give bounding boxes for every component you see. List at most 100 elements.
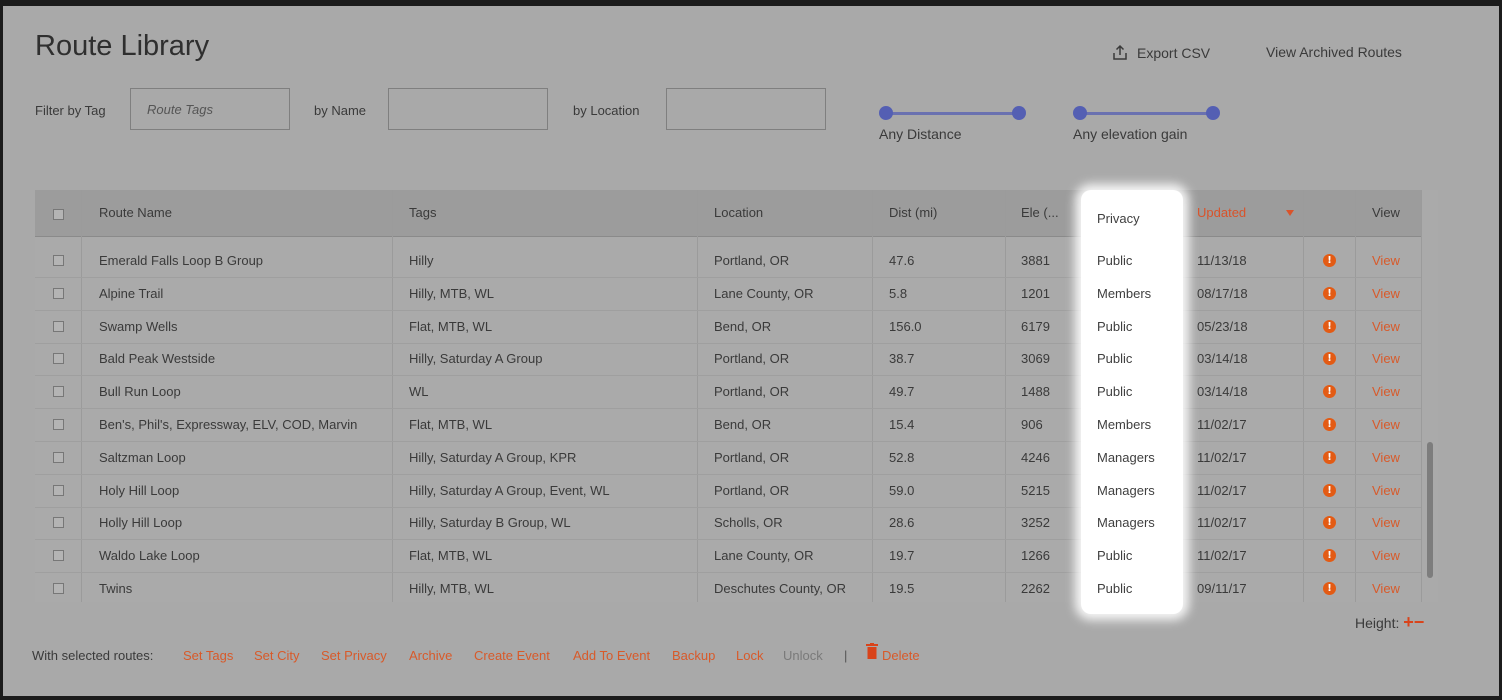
info-icon[interactable]: ! — [1323, 582, 1336, 595]
by-name-label: by Name — [314, 103, 367, 118]
table-row[interactable]: Holy Hill Loop Hilly, Saturday A Group, E… — [35, 474, 1421, 508]
set-city-action[interactable]: Set City — [254, 648, 300, 663]
backup-action[interactable]: Backup — [672, 648, 715, 663]
row-checkbox[interactable] — [53, 550, 64, 562]
add-to-event-action[interactable]: Add To Event — [573, 648, 650, 663]
row-checkbox[interactable] — [53, 517, 64, 529]
table-row[interactable]: Bald Peak Westside Hilly, Saturday A Grou… — [35, 342, 1421, 377]
elevation-range-slider[interactable] — [1073, 104, 1220, 124]
height-decrease-button[interactable]: − — [1414, 612, 1425, 632]
view-route-link[interactable]: View — [1372, 548, 1400, 563]
row-checkbox[interactable] — [53, 255, 64, 266]
table-row[interactable]: Bull Run Loop WL Portland, OR 49.7 1488 03/14… — [35, 375, 1421, 410]
export-csv-button[interactable]: Export CSV — [1111, 44, 1210, 62]
cell-updated: 05/23/18 — [1197, 318, 1248, 334]
cell-location: Portland, OR — [714, 449, 790, 465]
delete-action[interactable]: Delete — [882, 648, 920, 663]
row-checkbox[interactable] — [53, 419, 64, 430]
set-tags-action[interactable]: Set Tags — [183, 648, 233, 663]
col-location[interactable]: Location — [714, 205, 763, 220]
info-icon[interactable]: ! — [1323, 418, 1336, 431]
create-event-action[interactable]: Create Event — [474, 648, 550, 663]
col-tags[interactable]: Tags — [409, 205, 436, 220]
info-icon[interactable]: ! — [1323, 286, 1336, 300]
info-icon[interactable]: ! — [1323, 319, 1336, 333]
cell-tags: Hilly, Saturday A Group, Event, WL — [409, 482, 610, 498]
elevation-max-handle[interactable] — [1206, 106, 1220, 120]
table-row[interactable]: Waldo Lake Loop Flat, MTB, WL Lane County,… — [35, 539, 1421, 574]
table-row[interactable]: Ben's, Phil's, Expressway, ELV, COD, Mar… — [35, 408, 1421, 442]
view-route-link[interactable]: View — [1372, 253, 1400, 268]
distance-range-slider[interactable] — [879, 104, 1026, 124]
view-route-link[interactable]: View — [1372, 384, 1400, 399]
distance-min-handle[interactable] — [879, 106, 893, 120]
cell-tags: Hilly, Saturday A Group — [409, 351, 543, 367]
cell-updated: 09/11/17 — [1197, 581, 1247, 596]
view-route-link[interactable]: View — [1372, 515, 1400, 530]
view-route-link[interactable]: View — [1372, 483, 1400, 498]
row-checkbox[interactable] — [53, 320, 64, 332]
view-route-link[interactable]: View — [1372, 417, 1400, 432]
location-filter-input[interactable] — [666, 88, 826, 130]
cell-updated: 11/02/17 — [1197, 482, 1247, 498]
cell-privacy: Members — [1097, 417, 1152, 432]
info-icon[interactable]: ! — [1323, 385, 1336, 399]
cell-location: Portland, OR — [714, 351, 790, 367]
col-ele[interactable]: Ele (... — [1021, 205, 1059, 220]
cell-ele: 3069 — [1021, 351, 1050, 367]
select-all-checkbox[interactable] — [53, 209, 64, 220]
row-checkbox[interactable] — [53, 484, 64, 496]
privacy-column-highlight: Privacy Public Members Public Public Public M… — [1081, 190, 1183, 614]
set-privacy-action[interactable]: Set Privacy — [321, 648, 387, 663]
row-checkbox[interactable] — [53, 583, 64, 594]
height-increase-button[interactable]: + — [1403, 612, 1414, 632]
row-checkbox[interactable] — [53, 386, 64, 398]
table-row[interactable]: Swamp Wells Flat, MTB, WL Bend, OR 156.0 617… — [35, 310, 1421, 344]
lock-action[interactable]: Lock — [736, 648, 763, 663]
cell-privacy: Public — [1097, 581, 1133, 596]
table-row[interactable]: Alpine Trail Hilly, MTB, WL Lane County, O… — [35, 277, 1421, 311]
info-icon[interactable]: ! — [1323, 352, 1336, 366]
col-dist[interactable]: Dist (mi) — [889, 205, 937, 220]
cell-route-name: Bald Peak Westside — [99, 351, 216, 367]
bulk-actions-label: With selected routes: — [32, 648, 154, 663]
height-control: Height: +− — [1355, 612, 1424, 633]
col-route-name[interactable]: Route Name — [99, 205, 172, 220]
col-updated[interactable]: Updated — [1197, 205, 1246, 220]
table-row[interactable]: Holly Hill Loop Hilly, Saturday B Group, … — [35, 506, 1421, 541]
table-row[interactable]: Saltzman Loop Hilly, Saturday A Group, KP… — [35, 441, 1421, 475]
cell-privacy: Managers — [1097, 449, 1155, 465]
sort-desc-icon — [1286, 210, 1294, 216]
table-row[interactable]: Twins Hilly, MTB, WL Deschutes County, OR 1… — [35, 572, 1421, 602]
elevation-min-handle[interactable] — [1073, 106, 1087, 120]
info-icon[interactable]: ! — [1323, 254, 1336, 267]
table-scrollbar[interactable] — [1427, 442, 1433, 578]
unlock-action[interactable]: Unlock — [783, 648, 823, 663]
cell-privacy: Members — [1097, 285, 1152, 301]
view-route-link[interactable]: View — [1372, 581, 1400, 596]
row-checkbox[interactable] — [53, 353, 64, 365]
row-checkbox[interactable] — [53, 287, 64, 299]
view-route-link[interactable]: View — [1372, 319, 1400, 334]
export-icon — [1113, 44, 1127, 60]
col-privacy[interactable]: Privacy — [1097, 211, 1140, 226]
view-route-link[interactable]: View — [1372, 351, 1400, 366]
name-filter-input[interactable] — [388, 88, 548, 130]
info-icon[interactable]: ! — [1323, 450, 1336, 464]
row-checkbox[interactable] — [53, 451, 64, 463]
route-tags-input[interactable] — [130, 88, 290, 130]
cell-location: Lane County, OR — [714, 548, 814, 564]
view-route-link[interactable]: View — [1372, 286, 1400, 301]
info-icon[interactable]: ! — [1323, 483, 1336, 497]
info-icon[interactable]: ! — [1323, 549, 1336, 563]
filter-by-tag-label: Filter by Tag — [35, 103, 106, 118]
info-icon[interactable]: ! — [1323, 516, 1336, 530]
archive-action[interactable]: Archive — [409, 648, 452, 663]
cell-privacy: Public — [1097, 384, 1133, 400]
view-route-link[interactable]: View — [1372, 450, 1400, 465]
cell-dist: 156.0 — [889, 318, 922, 334]
cell-route-name: Swamp Wells — [99, 318, 178, 334]
view-archived-routes-link[interactable]: View Archived Routes — [1266, 44, 1402, 60]
table-row[interactable]: Emerald Falls Loop B Group Hilly Portland,… — [35, 244, 1421, 278]
distance-max-handle[interactable] — [1012, 106, 1026, 120]
